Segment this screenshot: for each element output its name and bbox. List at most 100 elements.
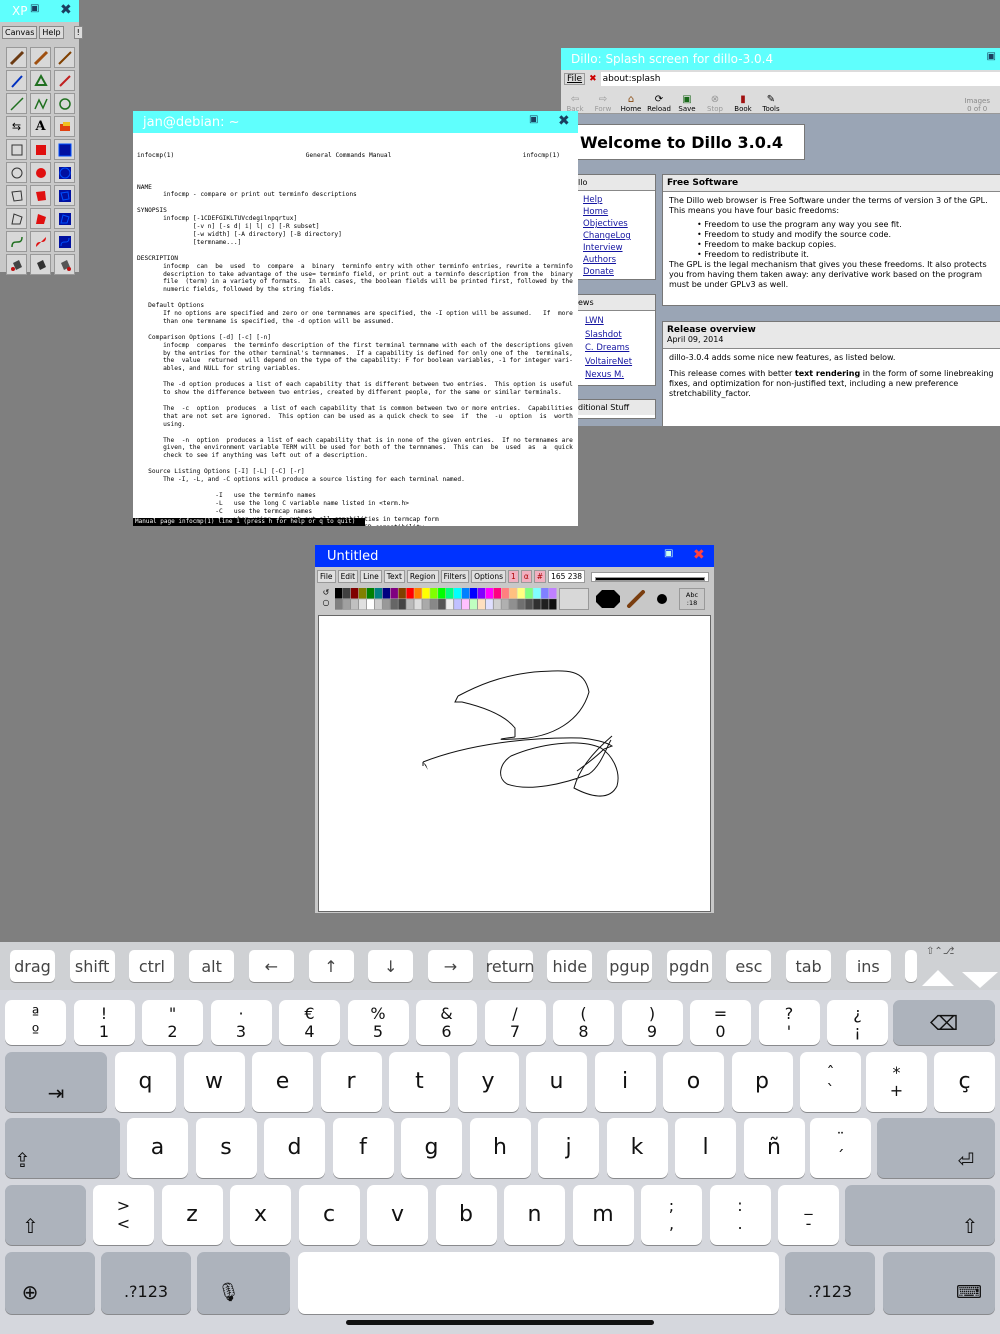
delete-key[interactable]: ⌫ xyxy=(893,1000,995,1045)
clear-url-icon[interactable]: ✖ xyxy=(589,74,597,84)
key-8[interactable]: (8 xyxy=(553,1000,614,1045)
key-l[interactable]: l xyxy=(675,1118,736,1178)
key-d[interactable]: d xyxy=(264,1118,325,1178)
save-button[interactable]: ▣ Save xyxy=(675,94,699,113)
polygon-blue-icon[interactable] xyxy=(54,208,75,229)
dillo-page[interactable]: Welcome to Dillo 3.0.4 llo Help Home Obj… xyxy=(561,115,1000,426)
paint-menu-options[interactable]: Options xyxy=(471,570,507,583)
dropper-tool-icon[interactable] xyxy=(54,70,75,91)
key-p[interactable]: p xyxy=(731,1052,793,1112)
ellipse-blue-icon[interactable] xyxy=(54,162,75,183)
return-key[interactable]: ⏎ xyxy=(877,1118,995,1178)
brush-shape-icon[interactable] xyxy=(593,588,623,610)
key-b[interactable]: b xyxy=(435,1185,497,1245)
key-ccedilla[interactable]: ç xyxy=(934,1052,995,1112)
paint-menu-region[interactable]: Region xyxy=(406,570,439,583)
dillo-file-menu[interactable]: File xyxy=(564,73,586,85)
key-plus[interactable]: * + xyxy=(866,1052,927,1112)
key-m[interactable]: m xyxy=(572,1185,634,1245)
accessory-key-pgup[interactable]: pgup xyxy=(607,950,652,982)
color-palette[interactable] xyxy=(335,588,557,610)
drawing-canvas[interactable] xyxy=(318,615,711,912)
ellipse-filled-icon[interactable] xyxy=(30,162,51,183)
key-6[interactable]: & 6 xyxy=(416,1000,477,1045)
key-j[interactable]: j xyxy=(538,1118,599,1178)
palette-swap-icon[interactable]: ↺ ○ xyxy=(317,588,335,610)
key-k[interactable]: k xyxy=(606,1118,668,1178)
key-r[interactable]: r xyxy=(320,1052,382,1112)
link-help[interactable]: Help xyxy=(576,194,655,206)
paint-menu-edit[interactable]: Edit xyxy=(337,570,359,583)
key-4[interactable]: €4 xyxy=(279,1000,340,1045)
line-width-slider[interactable] xyxy=(591,571,710,582)
space-bar[interactable] xyxy=(298,1252,779,1314)
link-authors[interactable]: Authors xyxy=(576,254,655,266)
accessory-key-up-arrow[interactable]: ↑ xyxy=(308,950,354,982)
airbrush-tool-icon[interactable] xyxy=(6,70,27,91)
accessory-key-drag[interactable]: drag xyxy=(10,950,55,982)
fill-tool-icon[interactable] xyxy=(30,70,51,91)
key-accent-grave[interactable]: ˆ ` xyxy=(800,1052,861,1112)
polyline-tool-icon[interactable] xyxy=(30,93,51,114)
link-voltairenet[interactable]: VoltaireNet xyxy=(576,356,655,370)
key-z[interactable]: z xyxy=(161,1185,223,1245)
xp-titlebar[interactable]: XP ▣ ✖ xyxy=(0,0,79,22)
key-7[interactable]: /7 xyxy=(484,1000,546,1045)
key-x[interactable]: x xyxy=(230,1185,291,1245)
accessory-key-hide[interactable]: hide xyxy=(547,950,593,982)
key-h[interactable]: h xyxy=(469,1118,531,1178)
accessory-key-left-arrow[interactable]: ← xyxy=(248,950,294,982)
man-page-text[interactable]: infocmp(1) General Commands Manual infoc… xyxy=(133,133,578,526)
scroll-up-triangle-icon[interactable] xyxy=(922,970,954,986)
iconify-icon[interactable]: ▣ xyxy=(529,114,538,125)
key-o[interactable]: o xyxy=(663,1052,724,1112)
key-3[interactable]: · 3 xyxy=(210,1000,272,1045)
key-1[interactable]: ! 1 xyxy=(73,1000,135,1045)
brush-tool-icon[interactable] xyxy=(6,47,27,68)
link-donate[interactable]: Donate xyxy=(576,266,655,278)
zoom-1-button[interactable]: 1 xyxy=(508,570,519,583)
paint-menu-text[interactable]: Text xyxy=(383,570,405,583)
link-home[interactable]: Home xyxy=(576,206,655,218)
key-ñ[interactable]: ñ xyxy=(743,1118,805,1178)
polygon-filled-icon[interactable] xyxy=(30,208,51,229)
reload-button[interactable]: ⟳ Reload xyxy=(647,94,671,113)
key-'[interactable]: ? ' xyxy=(758,1000,820,1045)
smear-tool-icon[interactable] xyxy=(54,254,75,275)
key-5[interactable]: % 5 xyxy=(347,1000,409,1045)
link-objectives[interactable]: Objectives xyxy=(576,218,655,230)
key-¡[interactable]: ¿ ¡ xyxy=(827,1000,888,1045)
alpha-button[interactable]: α xyxy=(520,570,532,583)
key-w[interactable]: w xyxy=(183,1052,245,1112)
key-q[interactable]: q xyxy=(115,1052,176,1112)
link-slashdot[interactable]: Slashdot xyxy=(576,329,655,343)
key-º[interactable]: ªº xyxy=(5,1000,66,1045)
accessory-key-ctrl[interactable]: ctrl xyxy=(129,950,175,982)
rotate-tool-icon[interactable] xyxy=(54,93,75,114)
link-nexusm[interactable]: Nexus M. xyxy=(576,369,655,383)
key-_[interactable]: _ - xyxy=(778,1185,839,1245)
line-tool-icon[interactable] xyxy=(6,93,27,114)
paint-titlebar[interactable]: Untitled ▣ ✖ xyxy=(315,545,714,567)
accessory-key-down-arrow[interactable]: ↓ xyxy=(368,950,414,982)
accessory-key-tab[interactable]: tab xyxy=(786,950,832,982)
polygon-outline-icon[interactable] xyxy=(6,208,27,229)
hide-keyboard-key[interactable]: ⌨ xyxy=(883,1252,995,1314)
rectangle-outline-icon[interactable] xyxy=(6,139,27,160)
paint-menu-line[interactable]: Line xyxy=(360,570,382,583)
globe-key[interactable]: ⊕ xyxy=(5,1252,95,1314)
ellipse-outline-icon[interactable] xyxy=(6,162,27,183)
xp-menu-canvas[interactable]: Canvas xyxy=(2,26,38,39)
freehand-shape-outline-icon[interactable] xyxy=(6,185,27,206)
key-i[interactable]: i xyxy=(594,1052,656,1112)
stop-button[interactable]: ⊗ Stop xyxy=(703,94,727,113)
brush-tool-icon[interactable] xyxy=(623,588,649,610)
dictation-key[interactable]: 🎙 xyxy=(197,1252,290,1314)
font-selector[interactable]: Abc :18 xyxy=(679,588,705,610)
fill-bucket-icon[interactable] xyxy=(6,254,27,275)
key-e[interactable]: e xyxy=(252,1052,313,1112)
key-t[interactable]: t xyxy=(389,1052,450,1112)
paint-menu-filters[interactable]: Filters xyxy=(440,570,470,583)
link-cdreams[interactable]: C. Dreams xyxy=(576,342,655,356)
freehand-shape-filled-icon[interactable] xyxy=(30,185,51,206)
